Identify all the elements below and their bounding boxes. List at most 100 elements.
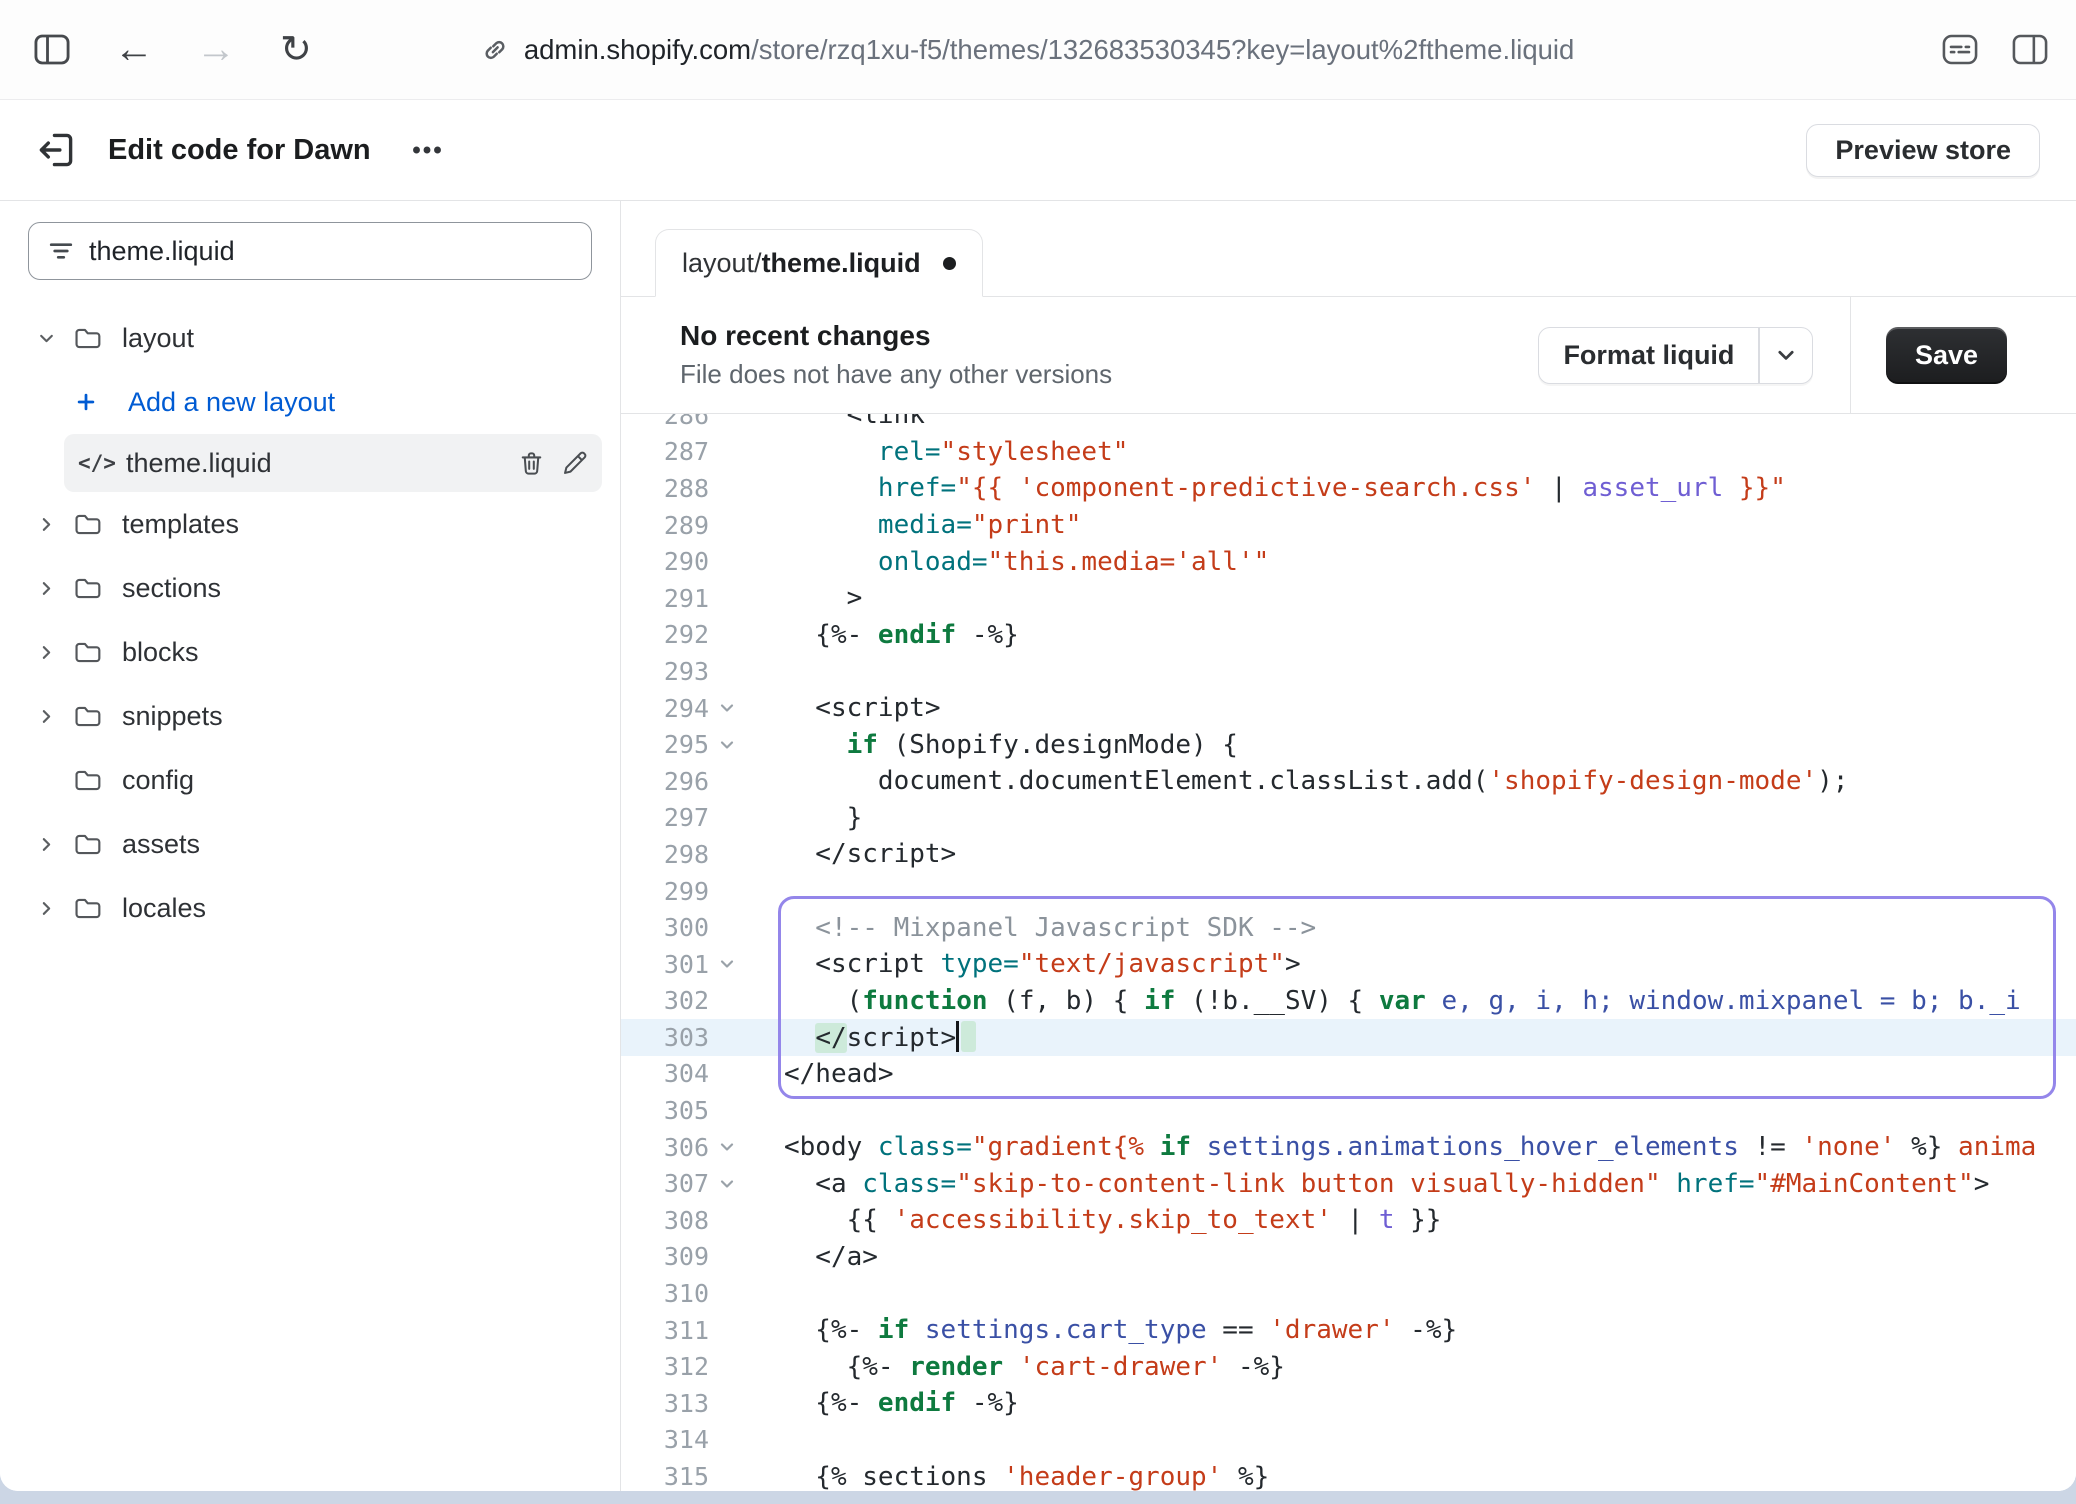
sidebar-item-templates[interactable]: templates	[0, 492, 620, 556]
overflow-menu-icon[interactable]	[409, 132, 445, 168]
line-number: 307	[621, 1169, 709, 1198]
exit-icon[interactable]	[36, 130, 76, 170]
code-line[interactable]: 301 <script type="text/javascript">	[621, 946, 2076, 983]
url-bar[interactable]: admin.shopify.com/store/rzq1xu-f5/themes…	[480, 34, 1574, 66]
code-line[interactable]: 292 {%- endif -%}	[621, 617, 2076, 654]
line-number: 314	[621, 1425, 709, 1454]
line-number: 299	[621, 877, 709, 906]
status-subtitle: File does not have any other versions	[680, 359, 1112, 390]
back-icon[interactable]: ←	[114, 27, 154, 72]
code-line[interactable]: 293	[621, 653, 2076, 690]
code-line[interactable]: 288 href="{{ 'component-predictive-searc…	[621, 470, 2076, 507]
chevron-right-icon	[38, 708, 74, 725]
code-line[interactable]: 289 media="print"	[621, 507, 2076, 544]
sidebar-item-assets[interactable]: assets	[0, 812, 620, 876]
folder-icon	[74, 705, 116, 728]
code-line[interactable]: 311 {%- if settings.cart_type == 'drawer…	[621, 1312, 2076, 1349]
chevron-right-icon	[38, 516, 74, 533]
line-number: 308	[621, 1206, 709, 1235]
sidebar-item-layout[interactable]: layout	[0, 306, 620, 370]
chevron-down-icon[interactable]	[1760, 344, 1812, 366]
extensions-icon[interactable]	[1942, 34, 1978, 65]
browser-window: ← → ↻ admin.shopify.com/store/rzq1xu-f5/…	[0, 0, 2076, 1491]
line-number: 313	[621, 1389, 709, 1418]
search-value: theme.liquid	[89, 236, 235, 267]
file-label: theme.liquid	[126, 448, 272, 479]
plus-icon	[76, 392, 118, 412]
line-number: 315	[621, 1462, 709, 1491]
code-line[interactable]: 307 <a class="skip-to-content-link butto…	[621, 1165, 2076, 1202]
code-line[interactable]: 313 {%- endif -%}	[621, 1385, 2076, 1422]
add-new-layout-link[interactable]: Add a new layout	[0, 370, 620, 434]
add-layout-label: Add a new layout	[128, 387, 335, 418]
save-button[interactable]: Save	[1886, 327, 2007, 384]
code-line[interactable]: 305	[621, 1092, 2076, 1129]
fold-chevron-icon[interactable]	[709, 700, 745, 716]
line-number: 291	[621, 584, 709, 613]
sidebar-item-locales[interactable]: locales	[0, 876, 620, 940]
line-number: 298	[621, 840, 709, 869]
sidebar-item-snippets[interactable]: snippets	[0, 684, 620, 748]
code-line[interactable]: 295 if (Shopify.designMode) {	[621, 726, 2076, 763]
code-line[interactable]: 306<body class="gradient{% if settings.a…	[621, 1129, 2076, 1166]
code-file-icon: </>	[78, 451, 120, 475]
code-line[interactable]: 287 rel="stylesheet"	[621, 434, 2076, 471]
preview-store-button[interactable]: Preview store	[1806, 124, 2040, 177]
rename-file-icon[interactable]	[561, 450, 588, 477]
code-line[interactable]: 294 <script>	[621, 690, 2076, 727]
format-liquid-button[interactable]: Format liquid	[1538, 327, 1813, 384]
folder-label: snippets	[122, 701, 223, 732]
reload-icon[interactable]: ↻	[280, 27, 312, 72]
fold-chevron-icon[interactable]	[709, 737, 745, 753]
code-line[interactable]: 308 {{ 'accessibility.skip_to_text' | t …	[621, 1202, 2076, 1239]
line-number: 293	[621, 657, 709, 686]
code-line[interactable]: 298 </script>	[621, 836, 2076, 873]
code-line[interactable]: 300 <!-- Mixpanel Javascript SDK -->	[621, 909, 2076, 946]
code-line[interactable]: 304</head>	[621, 1056, 2076, 1093]
sidebar-item-config[interactable]: config	[0, 748, 620, 812]
chevron-right-icon	[38, 836, 74, 853]
fold-chevron-icon[interactable]	[709, 1176, 745, 1192]
code-line[interactable]: 303 </script>	[621, 1019, 2076, 1056]
browser-chrome: ← → ↻ admin.shopify.com/store/rzq1xu-f5/…	[0, 0, 2076, 100]
sidebar-toggle-icon[interactable]	[34, 34, 70, 65]
link-icon	[480, 35, 510, 65]
delete-file-icon[interactable]	[518, 450, 545, 477]
code-line[interactable]: 309 </a>	[621, 1239, 2076, 1276]
folder-label: blocks	[122, 637, 199, 668]
code-line[interactable]: 302 (function (f, b) { if (!b.__SV) { va…	[621, 983, 2076, 1020]
file-sidebar: theme.liquid layoutAdd a new layout</>th…	[0, 201, 621, 1491]
folder-icon	[74, 327, 116, 350]
code-line[interactable]: 310	[621, 1275, 2076, 1312]
status-title: No recent changes	[680, 320, 1112, 352]
fold-chevron-icon[interactable]	[709, 956, 745, 972]
match-highlight	[961, 1021, 976, 1052]
sidebar-item-blocks[interactable]: blocks	[0, 620, 620, 684]
file-search-input[interactable]: theme.liquid	[28, 222, 592, 280]
line-number: 310	[621, 1279, 709, 1308]
sidebar-item-sections[interactable]: sections	[0, 556, 620, 620]
code-line[interactable]: 315 {% sections 'header-group' %}	[621, 1458, 2076, 1491]
tabs-row: layout/theme.liquid	[621, 201, 2076, 297]
line-number: 302	[621, 986, 709, 1015]
code-line[interactable]: 297 }	[621, 800, 2076, 837]
folder-label: locales	[122, 893, 206, 924]
code-line[interactable]: 314	[621, 1422, 2076, 1459]
fold-chevron-icon[interactable]	[709, 1139, 745, 1155]
code-lines: 286 <link287 rel="stylesheet"288 href="{…	[621, 414, 2076, 1491]
code-line[interactable]: 286 <link	[621, 414, 2076, 434]
code-line[interactable]: 290 onload="this.media='all'"	[621, 543, 2076, 580]
code-editor[interactable]: 286 <link287 rel="stylesheet"288 href="{…	[621, 414, 2076, 1491]
code-line[interactable]: 312 {%- render 'cart-drawer' -%}	[621, 1348, 2076, 1385]
code-line[interactable]: 299	[621, 873, 2076, 910]
tab-theme-liquid[interactable]: layout/theme.liquid	[655, 229, 983, 297]
chevron-right-icon	[38, 580, 74, 597]
code-line[interactable]: 291 >	[621, 580, 2076, 617]
folder-label: config	[122, 765, 194, 796]
line-number: 300	[621, 913, 709, 942]
split-view-icon[interactable]	[2012, 34, 2048, 65]
code-line[interactable]: 296 document.documentElement.classList.a…	[621, 763, 2076, 800]
line-number: 290	[621, 547, 709, 576]
sidebar-file-theme.liquid[interactable]: </>theme.liquid	[64, 434, 602, 492]
file-tree: layoutAdd a new layout</>theme.liquidtem…	[0, 306, 620, 940]
